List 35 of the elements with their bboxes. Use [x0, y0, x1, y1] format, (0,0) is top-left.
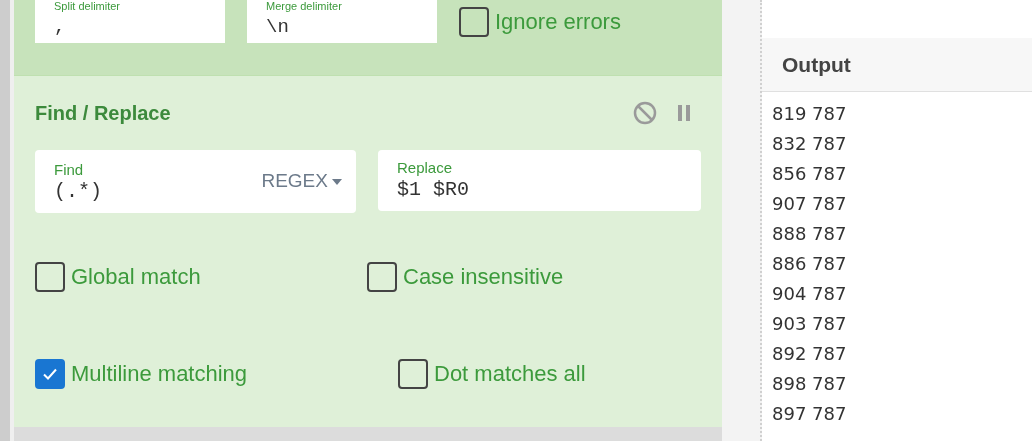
checkbox[interactable] — [459, 6, 489, 37]
delimiter-field[interactable]: Split delimiter , — [35, 0, 225, 43]
replace-field[interactable]: Replace $1 $R0 — [377, 150, 701, 211]
checkbox[interactable] — [367, 261, 397, 292]
checkbox-label: Dot matches all — [434, 360, 586, 388]
option-checkbox[interactable]: Case insensitive — [367, 260, 564, 293]
checkbox-label: Global match — [71, 263, 201, 291]
output-line: 892 787 — [772, 342, 848, 366]
output-line: 886 787 — [772, 252, 848, 276]
operation-title: Find / Replace — [35, 101, 171, 126]
output-line: 903 787 — [772, 312, 848, 336]
checkbox[interactable] — [35, 261, 65, 292]
output-line: 898 787 — [772, 372, 848, 396]
checkbox[interactable] — [35, 358, 65, 389]
option-checkbox[interactable]: Global match — [35, 260, 367, 293]
checkbox-label: Case insensitive — [403, 263, 564, 291]
output-line: 897 787 — [772, 402, 848, 426]
regex-dropdown[interactable]: REGEX — [247, 150, 356, 213]
option-checkbox[interactable]: Multiline matching — [35, 357, 398, 390]
scrollbar[interactable] — [0, 0, 10, 441]
output-line: 888 787 — [772, 222, 848, 246]
output-line: 907 787 — [772, 192, 848, 216]
output-line: 856 787 — [772, 162, 848, 186]
checkbox-label: Multiline matching — [71, 360, 248, 388]
output-line: 832 787 — [772, 132, 848, 156]
caret-icon — [331, 178, 342, 185]
find-field[interactable]: Find (.*) REGEX — [35, 150, 356, 213]
option-checkbox[interactable]: Dot matches all — [398, 357, 586, 390]
output-line: 819 787 — [772, 102, 848, 126]
delimiter-field[interactable]: Merge delimiter \n — [247, 0, 437, 43]
option-checkbox[interactable]: Ignore errors — [459, 5, 621, 38]
checkbox-label: Ignore errors — [495, 8, 621, 36]
checkbox[interactable] — [398, 358, 428, 389]
output-title: Output — [782, 51, 851, 78]
output-line: 904 787 — [772, 282, 848, 306]
